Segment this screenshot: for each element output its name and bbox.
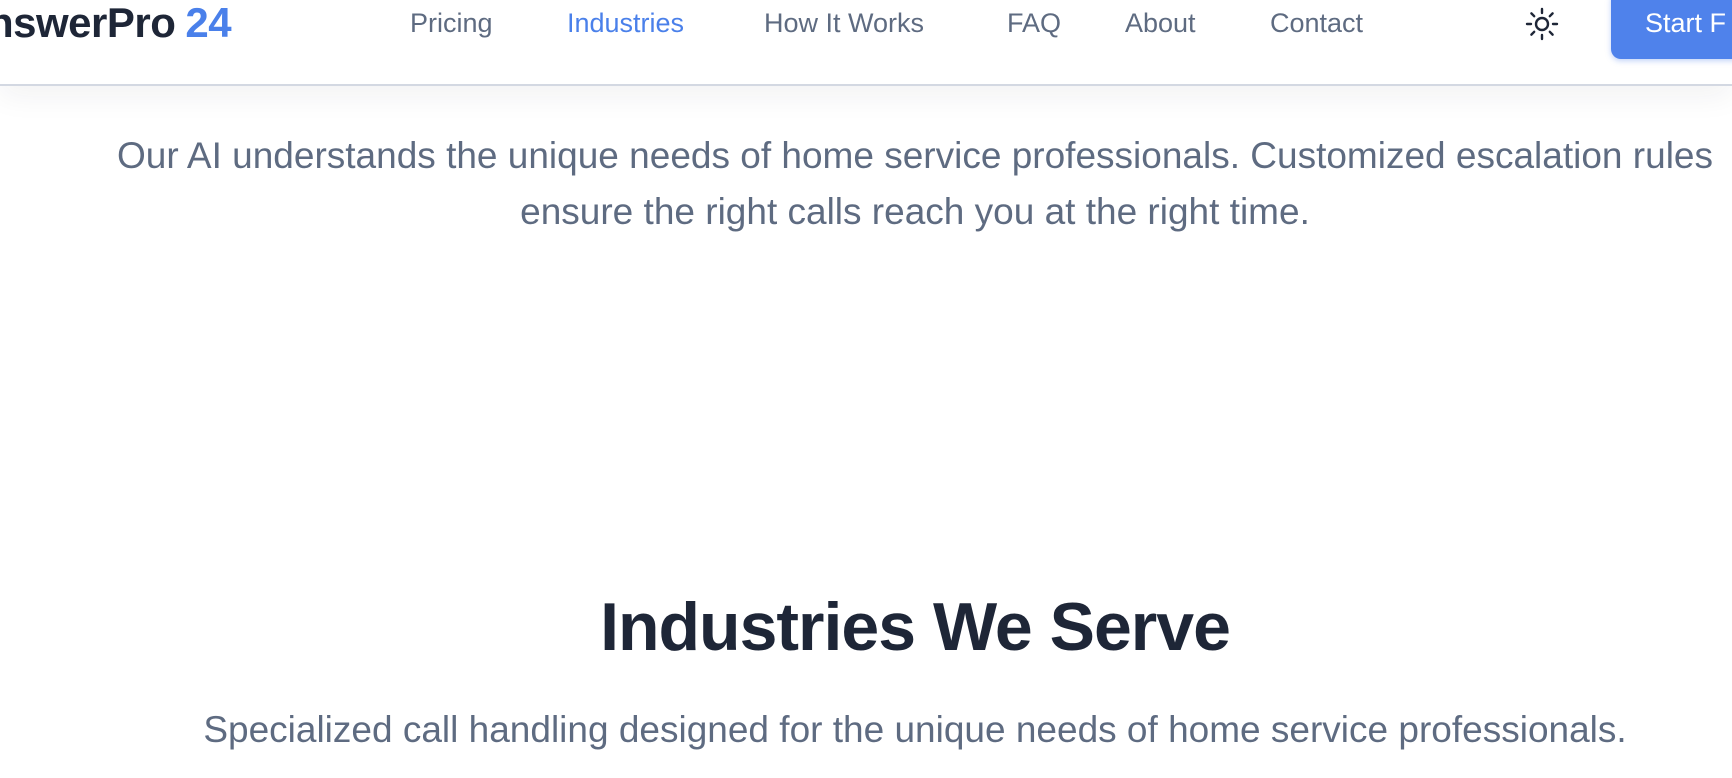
- nav-link-pricing[interactable]: Pricing: [410, 0, 493, 46]
- nav-link-faq[interactable]: FAQ: [1007, 0, 1061, 46]
- page: nswerPro 24 Pricing Industries How It Wor…: [0, 0, 1732, 778]
- logo-accent-number: 24: [185, 0, 232, 46]
- nav-link-how-it-works[interactable]: How It Works: [764, 0, 924, 46]
- nav-link-industries[interactable]: Industries: [567, 0, 684, 46]
- theme-toggle-button[interactable]: [1524, 6, 1560, 42]
- start-free-trial-button[interactable]: Start F: [1611, 0, 1732, 59]
- industries-section-subtitle: Specialized call handling designed for t…: [203, 709, 1627, 750]
- nav-link-contact[interactable]: Contact: [1270, 0, 1363, 46]
- site-header: nswerPro 24 Pricing Industries How It Wor…: [0, 0, 1732, 86]
- logo-text: nswerPro: [0, 0, 176, 46]
- sun-icon: [1525, 7, 1559, 41]
- nav-link-about[interactable]: About: [1125, 0, 1196, 46]
- brand-logo[interactable]: nswerPro 24: [0, 0, 232, 46]
- intro-paragraph: Our AI understands the unique needs of h…: [116, 135, 1713, 232]
- industries-section-title: Industries We Serve: [600, 589, 1231, 665]
